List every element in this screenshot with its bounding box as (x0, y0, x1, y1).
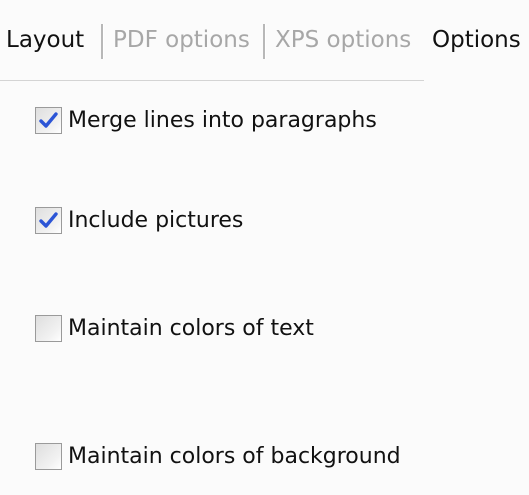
maintain-text-colors-label: Maintain colors of text (68, 315, 314, 341)
include-pictures-checkbox[interactable] (35, 206, 62, 234)
option-merge-lines[interactable]: Merge lines into paragraphs (35, 104, 377, 136)
tab-separator (263, 24, 266, 59)
tab-strip: Layout PDF options XPS options Options (0, 18, 529, 81)
merge-lines-checkbox[interactable] (35, 106, 62, 134)
maintain-text-colors-checkbox[interactable] (35, 314, 62, 342)
options-panel: Merge lines into paragraphs Include pict… (0, 63, 529, 495)
tab-options[interactable]: Options (426, 18, 527, 63)
maintain-background-colors-checkbox[interactable] (35, 442, 62, 470)
option-include-pictures[interactable]: Include pictures (35, 204, 243, 236)
check-icon (39, 111, 58, 128)
tab-separator (101, 24, 104, 59)
tab-xps-options[interactable]: XPS options (269, 18, 417, 63)
merge-lines-label: Merge lines into paragraphs (68, 107, 377, 133)
option-maintain-background-colors[interactable]: Maintain colors of background (35, 440, 401, 472)
check-icon (39, 211, 58, 228)
maintain-background-colors-label: Maintain colors of background (68, 443, 401, 469)
option-maintain-text-colors[interactable]: Maintain colors of text (35, 312, 314, 344)
tab-layout[interactable]: Layout (0, 18, 90, 63)
include-pictures-label: Include pictures (68, 207, 244, 233)
tab-pdf-options[interactable]: PDF options (107, 18, 256, 63)
